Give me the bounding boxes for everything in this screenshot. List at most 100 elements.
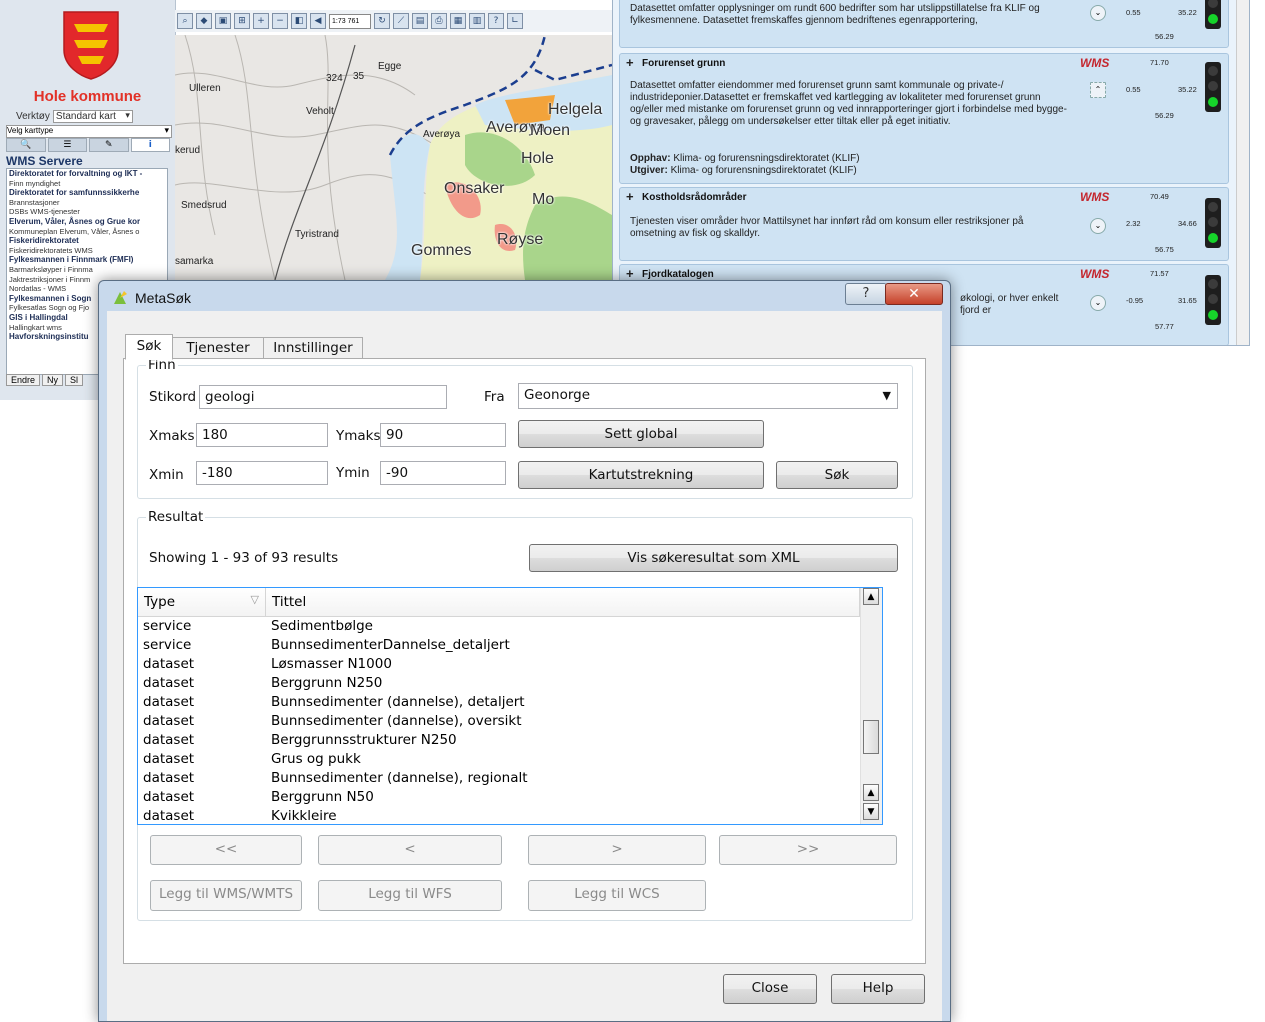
column-tittel[interactable]: Tittel <box>266 588 860 616</box>
last-page-button[interactable]: >> <box>719 835 897 865</box>
tab-sok[interactable]: Søk <box>125 334 173 360</box>
add-wcs-button[interactable]: Legg til WCS <box>528 880 706 911</box>
column-type[interactable]: Type ▽ <box>138 588 266 616</box>
table-row[interactable]: dataset Berggrunn N50 <box>138 788 860 807</box>
xmaks-input[interactable]: 180 <box>196 423 328 447</box>
add-layer-icon[interactable]: + <box>626 190 638 203</box>
stikord-input[interactable]: geologi <box>199 385 447 409</box>
layers-icon[interactable]: ☰ <box>47 138 87 152</box>
table-row[interactable]: service Sedimentbølge <box>138 617 860 636</box>
tool-label: Verktøy <box>16 111 50 122</box>
add-wfs-button[interactable]: Legg til WFS <box>318 880 502 911</box>
table-row[interactable]: dataset Bunnsedimenter (dannelse), detalj… <box>138 693 860 712</box>
edit-button[interactable]: Endre <box>6 374 41 386</box>
table-row[interactable]: dataset Kvikkleire <box>138 807 860 824</box>
first-page-button[interactable]: << <box>150 835 302 865</box>
table-row[interactable]: service BunnsedimenterDannelse_detaljert <box>138 636 860 655</box>
zoom-box-icon[interactable]: ⊞ <box>234 13 250 29</box>
wms-server-item[interactable]: Direktoratet for forvaltning og IKT - <box>7 169 167 179</box>
fra-dropdown[interactable]: Geonorge ▼ <box>518 383 898 409</box>
back-icon[interactable]: ◀ <box>310 13 326 29</box>
kartutstrekning-button[interactable]: Kartutstrekning <box>518 461 764 489</box>
expand-chevron-icon[interactable]: ⌄ <box>1090 295 1106 311</box>
help-button[interactable]: Help <box>831 974 925 1004</box>
add-layer-icon[interactable]: + <box>626 56 638 69</box>
xmin-input[interactable]: -180 <box>196 461 328 485</box>
scroll-down-icon[interactable]: ▼ <box>863 803 879 820</box>
wms-server-item[interactable]: Direktoratet for samfunnssikkerhe <box>7 188 167 198</box>
wms-server-item[interactable]: Barmarksløyper i Finnma <box>7 265 167 275</box>
result-card-title: Forurenset grunn <box>642 58 726 69</box>
scroll-thumb[interactable] <box>863 720 879 754</box>
result-card-utslipp[interactable]: Datasettet omfatter opplysninger om rund… <box>619 0 1229 48</box>
ruler-icon[interactable]: ▤ <box>412 13 428 29</box>
wms-server-item[interactable]: Fiskeridirektoratets WMS <box>7 246 167 256</box>
legend-icon[interactable]: ▥ <box>469 13 485 29</box>
titlebar-close-button[interactable]: ✕ <box>885 283 943 305</box>
table-scrollbar[interactable]: ▲ ▲ ▼ <box>860 588 882 824</box>
map-view[interactable]: 324 35 Egge Ulleren Veholt Averøya Averø… <box>175 35 612 280</box>
profile-icon[interactable]: ∟ <box>507 13 523 29</box>
zoom-in-icon[interactable]: + <box>253 13 269 29</box>
wms-server-item[interactable]: Fylkesmannen i Finnmark (FMFI) <box>7 255 167 265</box>
info-icon[interactable]: i <box>130 138 170 152</box>
row-title: Berggrunnsstrukturer N250 <box>271 732 457 748</box>
zoom-previous-icon[interactable]: ◧ <box>291 13 307 29</box>
print-icon[interactable]: ⎙ <box>431 13 447 29</box>
scroll-up-icon[interactable]: ▲ <box>863 784 879 801</box>
wms-server-item[interactable]: Finn myndighet <box>7 179 167 189</box>
collapse-chevron-icon[interactable]: ⌃ <box>1090 82 1106 98</box>
search-icon[interactable]: 🔍 <box>6 138 46 152</box>
delete-button[interactable]: Sl <box>65 374 84 386</box>
show-xml-button[interactable]: Vis søkeresultat som XML <box>529 544 898 572</box>
table-row[interactable]: dataset Bunnsedimenter (dannelse), region… <box>138 769 860 788</box>
scale-field[interactable]: 1:73 761 <box>329 13 371 29</box>
table-row[interactable]: dataset Grus og pukk <box>138 750 860 769</box>
refresh-icon[interactable]: ↻ <box>374 13 390 29</box>
results-scrollbar[interactable] <box>1236 0 1249 345</box>
row-title: Berggrunn N250 <box>271 675 383 691</box>
tool-selector[interactable]: Verktøy Standard kart <box>16 110 133 123</box>
tools-icon[interactable]: ✎ <box>89 138 129 152</box>
result-card-forurenset-grunn[interactable]: + Forurenset grunn WMS 71.70 Datasettet … <box>619 53 1229 184</box>
column-type-label: Type <box>144 594 176 610</box>
expand-chevron-icon[interactable]: ⌄ <box>1090 218 1106 234</box>
wms-server-item[interactable]: Kommuneplan Elverum, Våler, Åsnes o <box>7 227 167 237</box>
wms-server-item[interactable]: Fiskeridirektoratet <box>7 236 167 246</box>
eraser-icon[interactable]: ◆ <box>196 13 212 29</box>
result-card-kosthold[interactable]: + Kostholdsrådområder WMS 70.49 Tjeneste… <box>619 187 1229 261</box>
help-icon[interactable]: ? <box>488 13 504 29</box>
table-row[interactable]: dataset Bunnsedimenter (dannelse), oversi… <box>138 712 860 731</box>
tab-innstillinger[interactable]: Innstillinger <box>263 337 363 359</box>
results-table[interactable]: Type ▽ Tittel service Sedimentbølge servic… <box>137 587 883 825</box>
next-page-button[interactable]: > <box>528 835 706 865</box>
table-row[interactable]: dataset Løsmasser N1000 <box>138 655 860 674</box>
tool-dropdown[interactable]: Standard kart <box>52 110 133 123</box>
zoom-extent-icon[interactable]: ▣ <box>215 13 231 29</box>
previous-page-button[interactable]: < <box>318 835 502 865</box>
sidebar-tabs: 🔍 ☰ ✎ i <box>6 138 170 152</box>
add-layer-icon[interactable]: + <box>626 267 638 280</box>
wms-server-item[interactable]: Brannstasjoner <box>7 198 167 208</box>
tab-tjenester[interactable]: Tjenester <box>171 337 265 359</box>
resultat-legend: Resultat <box>148 509 204 525</box>
binoculars-icon[interactable]: ⌕ <box>177 13 193 29</box>
wms-server-item[interactable]: DSBs WMS-tjenester <box>7 207 167 217</box>
search-button[interactable]: Søk <box>776 461 898 489</box>
ymin-input[interactable]: -90 <box>380 461 506 485</box>
export-icon[interactable]: ▦ <box>450 13 466 29</box>
titlebar-help-button[interactable]: ? <box>845 283 887 305</box>
ymaks-input[interactable]: 90 <box>380 423 506 447</box>
map-type-dropdown[interactable]: Velg karttype <box>6 125 172 138</box>
new-button[interactable]: Ny <box>42 374 64 386</box>
scroll-up-icon[interactable]: ▲ <box>863 588 879 605</box>
table-row[interactable]: dataset Berggrunnsstrukturer N250 <box>138 731 860 750</box>
measure-icon[interactable]: ⟋ <box>393 13 409 29</box>
table-row[interactable]: dataset Berggrunn N250 <box>138 674 860 693</box>
expand-chevron-icon[interactable]: ⌄ <box>1090 5 1106 21</box>
close-button[interactable]: Close <box>723 974 817 1004</box>
wms-server-item[interactable]: Elverum, Våler, Åsnes og Grue kor <box>7 217 167 227</box>
zoom-out-icon[interactable]: − <box>272 13 288 29</box>
sett-global-button[interactable]: Sett global <box>518 420 764 448</box>
add-wms-button[interactable]: Legg til WMS/WMTS <box>150 880 302 911</box>
